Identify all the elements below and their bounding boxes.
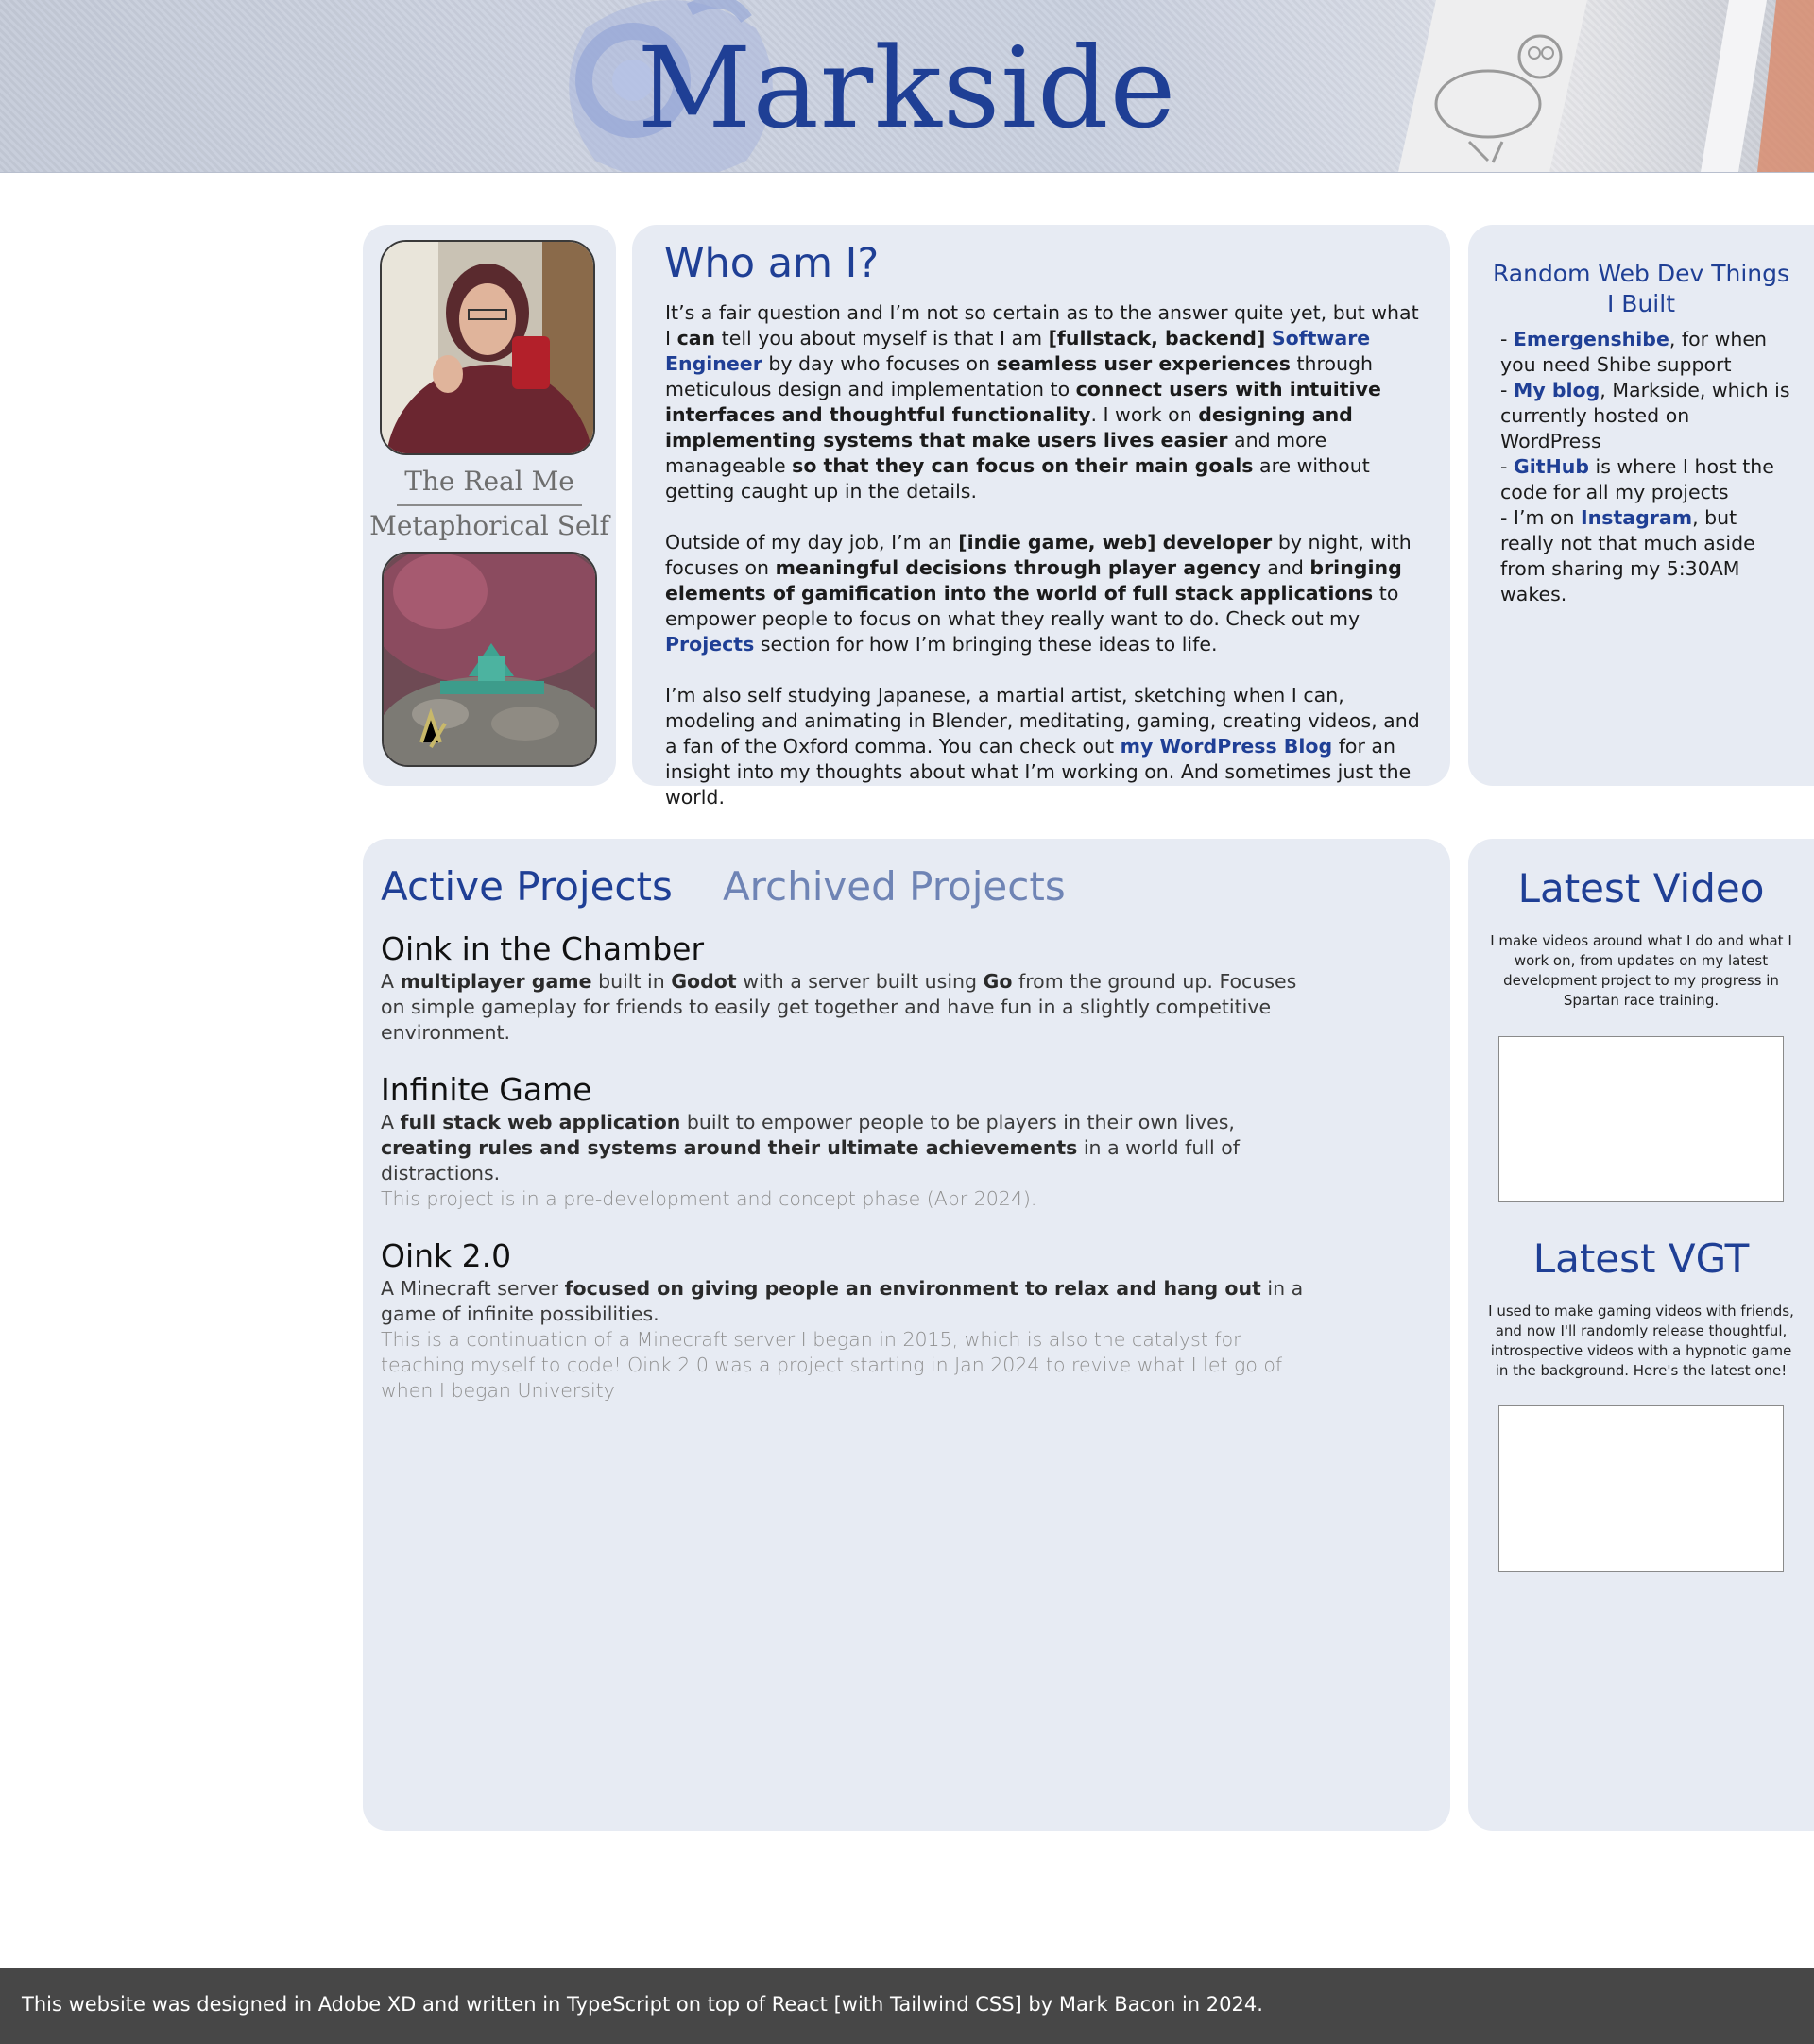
about-paragraph-3: I’m also self studying Japanese, a marti… — [665, 683, 1421, 810]
project-title[interactable]: Oink in the Chamber — [381, 929, 1326, 969]
latest-video-description: I make videos around what I do and what … — [1490, 932, 1792, 1009]
project-item: Infinite Game A full stack web applicati… — [381, 1070, 1326, 1212]
emphasis: multiplayer game — [400, 970, 592, 993]
emphasis: seamless user experiences — [996, 352, 1291, 375]
emphasis: [indie game, web] developer — [958, 531, 1273, 554]
videos-card: Latest Video I make videos around what I… — [1468, 839, 1814, 1831]
latest-video-embed[interactable] — [1498, 1036, 1784, 1202]
metaphorical-self-photo — [382, 552, 597, 767]
project-status-note: This project is in a pre-development and… — [381, 1187, 1037, 1210]
project-item: Oink 2.0 A Minecraft server focused on g… — [381, 1236, 1326, 1404]
project-status-note: This is a continuation of a Minecraft se… — [381, 1328, 1283, 1402]
text: tell you about myself is that I am — [715, 327, 1049, 349]
text: and — [1260, 556, 1310, 579]
emphasis: Godot — [671, 970, 737, 993]
text: A — [381, 970, 401, 993]
emphasis: focused on giving people an environment … — [564, 1277, 1261, 1300]
text: - — [1500, 455, 1514, 478]
tab-archived-projects[interactable]: Archived Projects — [723, 863, 1066, 910]
text: - — [1500, 328, 1514, 350]
project-list: Oink in the Chamber A multiplayer game b… — [381, 929, 1326, 1428]
project-description: A full stack web application built to em… — [381, 1110, 1326, 1186]
projects-card: Active Projects Archived Projects Oink i… — [363, 839, 1450, 1831]
web-dev-things-heading: Random Web Dev Things I Built — [1492, 260, 1790, 317]
about-body: It’s a fair question and I’m not so cert… — [665, 300, 1421, 836]
text: . I work on — [1090, 403, 1199, 426]
emphasis: full stack web application — [400, 1111, 681, 1133]
metaphorical-self-caption: Metaphorical Self — [369, 510, 609, 541]
emphasis: Go — [983, 970, 1013, 993]
list-item: - My blog, Markside, which is currently … — [1500, 378, 1793, 454]
tab-active-projects[interactable]: Active Projects — [381, 863, 673, 910]
real-me-caption: The Real Me — [404, 466, 574, 497]
emphasis: [fullstack, backend] — [1048, 327, 1266, 349]
about-paragraph-2: Outside of my day job, I’m an [indie gam… — [665, 530, 1421, 657]
instagram-link[interactable]: Instagram — [1581, 506, 1692, 529]
text: - I’m on — [1500, 506, 1582, 529]
project-description: A multiplayer game built in Godot with a… — [381, 969, 1326, 1046]
text: Outside of my day job, I’m an — [665, 531, 959, 554]
about-heading: Who am I? — [664, 240, 880, 287]
text: A Minecraft server — [381, 1277, 565, 1300]
emphasis: creating rules and systems around their … — [381, 1136, 1078, 1159]
site-title[interactable]: Markside — [0, 17, 1814, 159]
text: A — [381, 1111, 401, 1133]
web-dev-things-card: Random Web Dev Things I Built - Emergens… — [1468, 225, 1814, 786]
text: by day who focuses on — [762, 352, 997, 375]
project-description: A Minecraft server focused on giving peo… — [381, 1276, 1326, 1327]
text: built in — [591, 970, 672, 993]
about-paragraph-1: It’s a fair question and I’m not so cert… — [665, 300, 1421, 504]
real-me-photo — [380, 240, 595, 455]
text: section for how I’m bringing these ideas… — [754, 633, 1218, 656]
latest-video-heading: Latest Video — [1517, 865, 1765, 911]
wordpress-blog-link[interactable]: my WordPress Blog — [1121, 735, 1333, 758]
github-link[interactable]: GitHub — [1514, 455, 1589, 478]
profile-photos-card: The Real Me Metaphorical Self — [363, 225, 616, 786]
project-title[interactable]: Oink 2.0 — [381, 1236, 1326, 1276]
latest-vgt-description: I used to make gaming videos with friend… — [1488, 1303, 1794, 1379]
latest-vgt-heading: Latest VGT — [1532, 1235, 1750, 1282]
project-tabs: Active Projects Archived Projects — [381, 863, 1111, 910]
list-item: - GitHub is where I host the code for al… — [1500, 454, 1793, 505]
projects-link[interactable]: Projects — [665, 633, 754, 656]
project-item: Oink in the Chamber A multiplayer game b… — [381, 929, 1326, 1046]
emergenshibe-link[interactable]: Emergenshibe — [1514, 328, 1669, 350]
text: built to empower people to be players in… — [680, 1111, 1235, 1133]
caption-divider — [397, 504, 582, 506]
site-footer: This website was designed in Adobe XD an… — [0, 1968, 1814, 2044]
web-dev-things-list: - Emergenshibe, for when you need Shibe … — [1500, 327, 1793, 607]
list-item: - I’m on Instagram, but really not that … — [1500, 505, 1793, 607]
my-blog-link[interactable]: My blog — [1514, 379, 1600, 401]
emphasis: meaningful decisions through player agen… — [775, 556, 1261, 579]
text: with a server built using — [736, 970, 984, 993]
emphasis: so that they can focus on their main goa… — [792, 454, 1254, 477]
project-title[interactable]: Infinite Game — [381, 1070, 1326, 1110]
emphasis: can — [676, 327, 716, 349]
footer-credits: This website was designed in Adobe XD an… — [22, 1993, 1263, 2016]
header-banner: Markside — [0, 0, 1814, 173]
latest-vgt-embed[interactable] — [1498, 1405, 1784, 1572]
list-item: - Emergenshibe, for when you need Shibe … — [1500, 327, 1793, 378]
about-card: Who am I? It’s a fair question and I’m n… — [632, 225, 1450, 809]
text: - — [1500, 379, 1514, 401]
